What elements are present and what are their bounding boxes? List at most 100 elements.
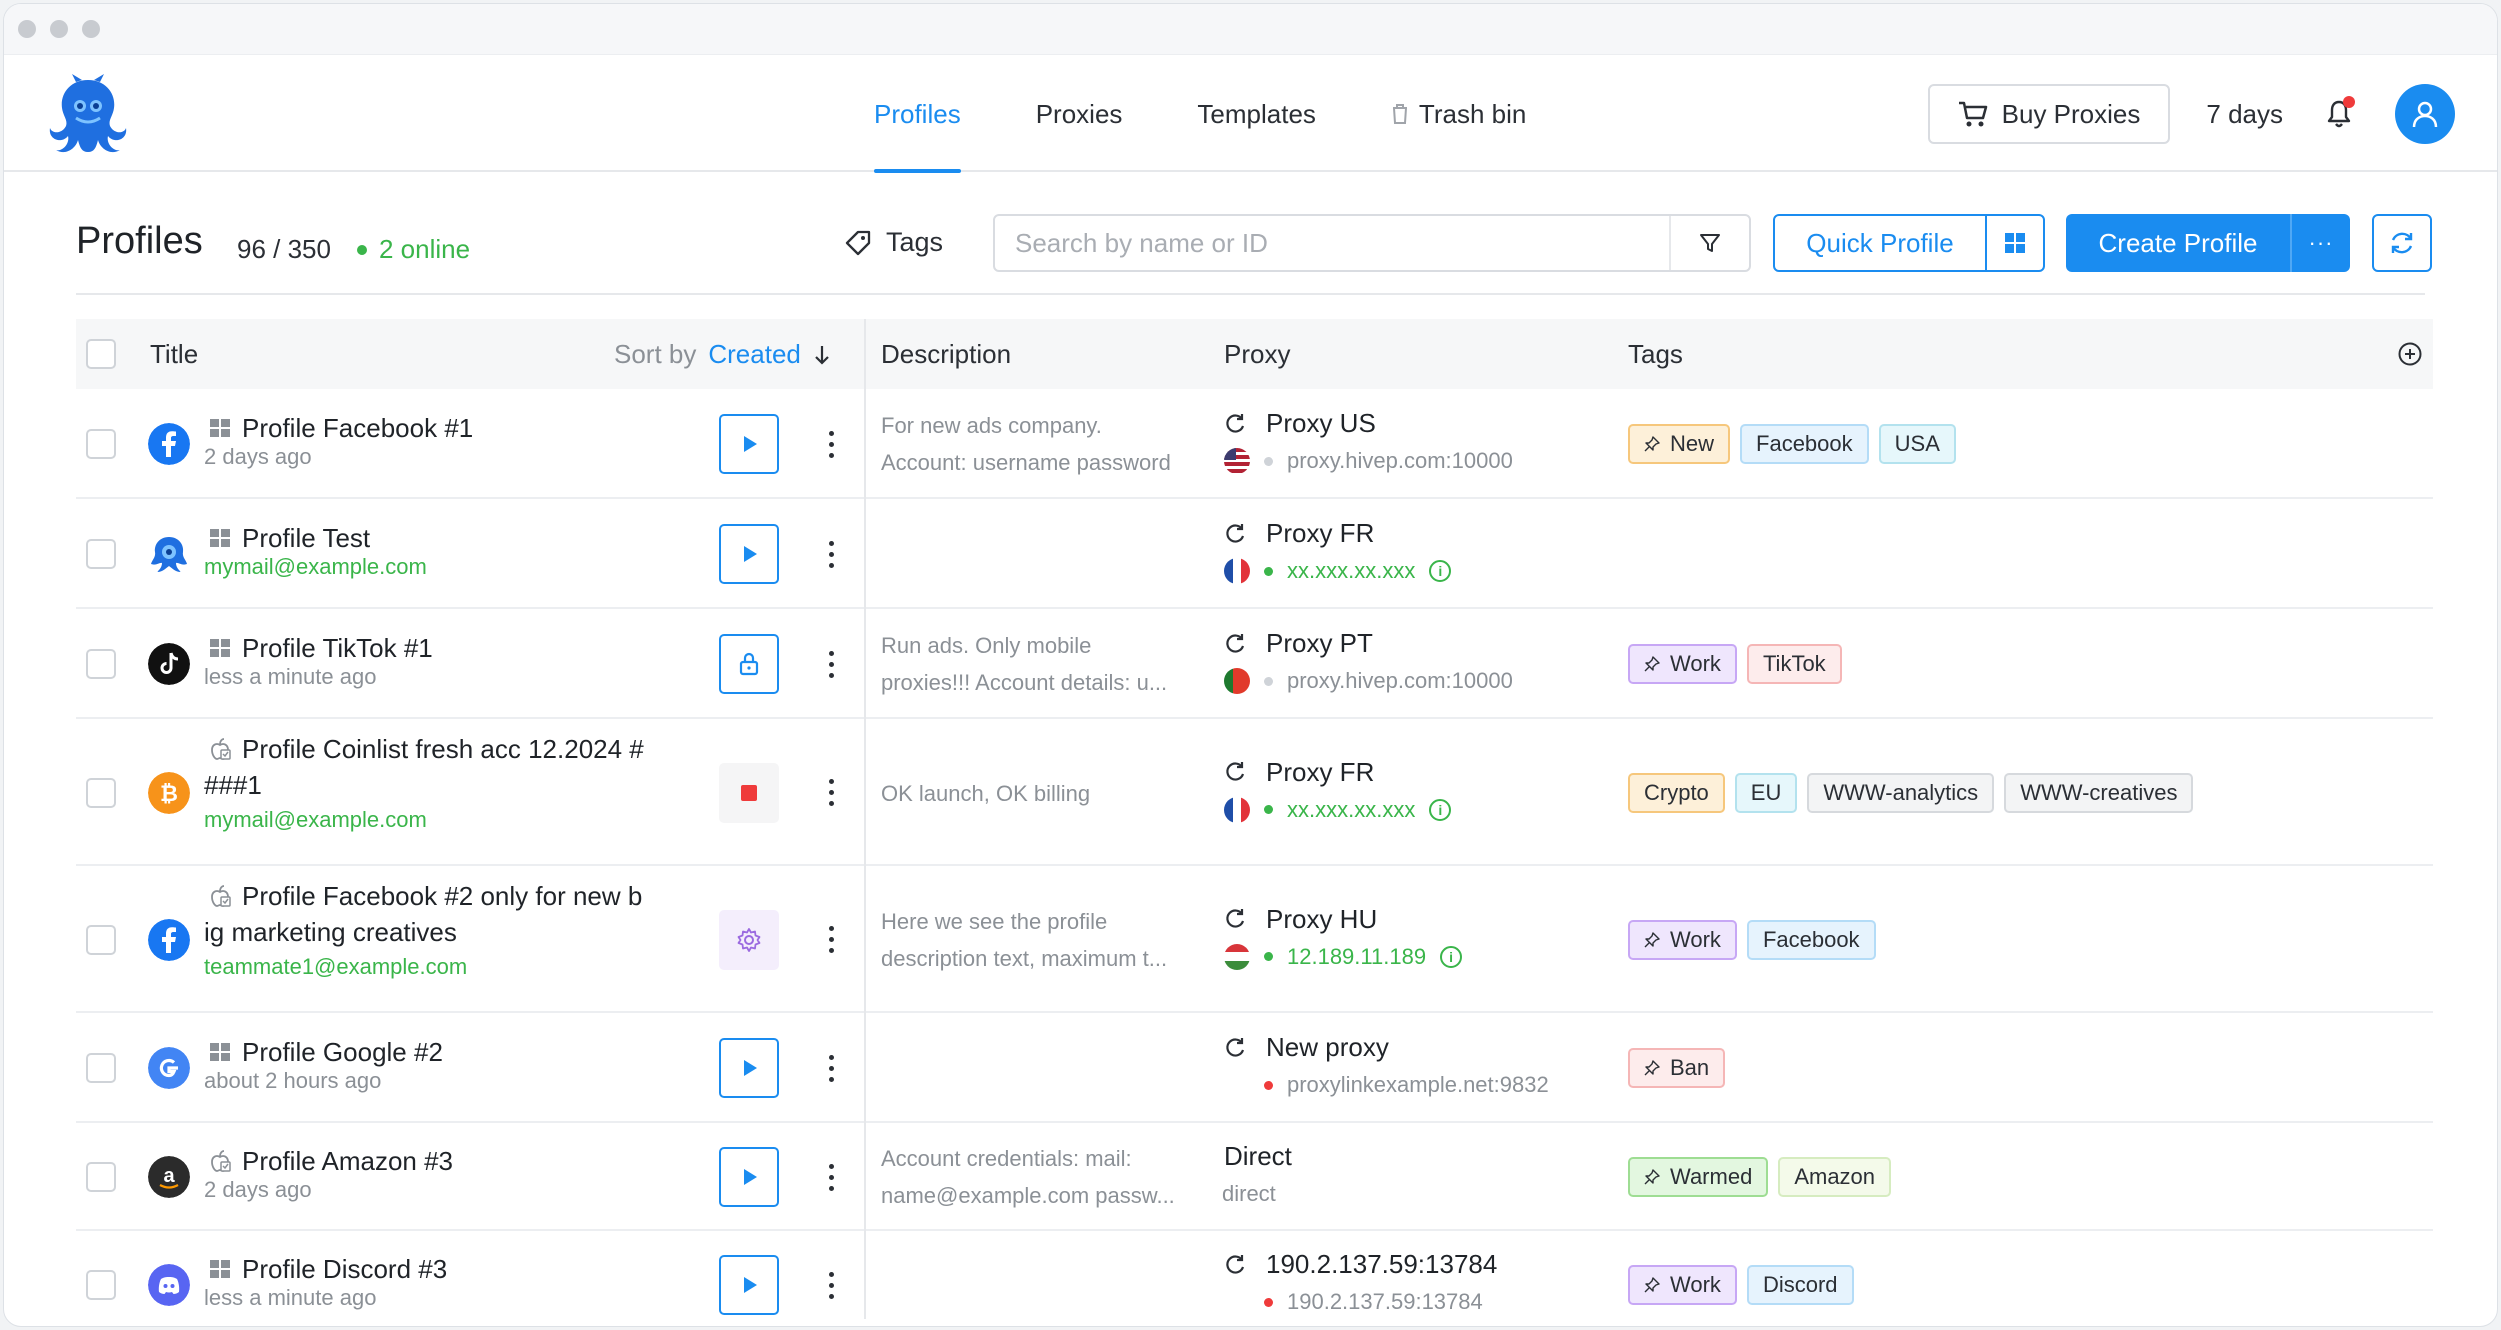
row-checkbox[interactable] (86, 777, 116, 808)
row-checkbox[interactable] (86, 1162, 116, 1192)
row-more-button[interactable] (816, 534, 846, 574)
profile-name[interactable]: Profile Discord #3 (242, 1249, 447, 1289)
row-checkbox[interactable] (86, 649, 116, 679)
row-more-button[interactable] (816, 644, 846, 684)
proxy-rotate-icon[interactable] (1224, 1254, 1246, 1276)
tag-chip[interactable]: Facebook (1740, 424, 1869, 464)
proxy-name[interactable]: Proxy FR (1266, 757, 1374, 788)
row-checkbox[interactable] (86, 1270, 116, 1300)
tag-chip[interactable]: WWW-analytics (1807, 772, 1995, 813)
proxy-name[interactable]: Proxy HU (1266, 904, 1377, 935)
profile-name[interactable]: Profile Amazon #3 (242, 1141, 453, 1181)
tag-chip[interactable]: EU (1734, 772, 1798, 813)
start-profile-button[interactable] (719, 524, 779, 584)
profile-name[interactable]: Profile Facebook #2 only for new b (242, 876, 642, 916)
row-checkbox[interactable] (86, 924, 116, 955)
add-column-icon[interactable] (2397, 341, 2423, 367)
tab-trash-bin[interactable]: Trash bin (1391, 56, 1526, 172)
create-profile-button[interactable]: Create Profile (2066, 214, 2290, 272)
proxy-rotate-icon[interactable] (1224, 761, 1246, 783)
row-more-button[interactable] (816, 424, 846, 464)
proxy-name[interactable]: 190.2.137.59:13784 (1266, 1249, 1497, 1280)
row-checkbox[interactable] (86, 1053, 116, 1083)
row-more-button[interactable] (816, 1048, 846, 1088)
start-profile-button[interactable] (719, 1038, 779, 1098)
proxy-name[interactable]: Proxy PT (1266, 628, 1373, 659)
profile-name[interactable]: Profile Test (242, 518, 370, 558)
search-input[interactable] (995, 216, 1669, 270)
proxy-rotate-icon[interactable] (1224, 413, 1246, 435)
table-row[interactable]: Profile Google #2 about 2 hours ago New pr… (76, 1013, 2433, 1123)
stop-profile-button[interactable] (719, 762, 779, 823)
refresh-button[interactable] (2372, 214, 2432, 272)
tag-chip[interactable]: Crypto (1628, 772, 1725, 813)
table-row[interactable]: ₿ Profile Coinlist fresh acc 12.2024 # ###… (76, 719, 2433, 866)
proxy-address-line: proxy.hivep.com:10000 (1224, 668, 1513, 694)
select-all-checkbox[interactable] (86, 339, 116, 369)
row-more-button[interactable] (816, 920, 846, 960)
table-row[interactable]: Profile TikTok #1 less a minute ago Run ad… (76, 609, 2433, 719)
info-icon[interactable]: i (1429, 560, 1452, 582)
table-row[interactable]: a Profile Amazon #3 2 days ago Account cred… (76, 1123, 2433, 1231)
start-profile-button[interactable] (719, 1255, 779, 1315)
start-profile-button[interactable] (719, 1147, 779, 1207)
table-row[interactable]: Profile Facebook #1 2 days ago For new ads… (76, 389, 2433, 499)
filter-button[interactable] (1669, 216, 1749, 270)
table-row[interactable]: Profile Discord #3 less a minute ago 190.2… (76, 1231, 2433, 1326)
proxy-rotate-icon[interactable] (1224, 1037, 1246, 1059)
octo-logo-icon[interactable] (46, 74, 130, 154)
tag-chip[interactable]: WWW-creatives (2004, 772, 2194, 813)
notifications-button[interactable] (2319, 94, 2359, 134)
proxy-name[interactable]: New proxy (1266, 1032, 1389, 1063)
tab-proxies[interactable]: Proxies (1036, 56, 1123, 172)
create-profile-more-button[interactable]: ··· (2290, 214, 2350, 272)
tag-chip[interactable]: Facebook (1746, 919, 1876, 960)
table-row[interactable]: Profile Test mymail@example.com Proxy FR xx… (76, 499, 2433, 609)
profile-name[interactable]: Profile Google #2 (242, 1032, 443, 1072)
profile-name-cont[interactable]: ###1 (204, 765, 262, 805)
tag-chip[interactable]: Ban (1628, 1048, 1726, 1088)
tag-chip[interactable]: TikTok (1746, 644, 1842, 684)
tag-chip[interactable]: Work (1628, 1265, 1737, 1305)
info-icon[interactable]: i (1429, 798, 1452, 821)
proxy-rotate-icon[interactable] (1224, 523, 1246, 545)
row-more-button[interactable] (816, 773, 846, 813)
proxy-rotate-icon[interactable] (1224, 908, 1246, 930)
table-row[interactable]: Profile Facebook #2 only for new b ig mar… (76, 866, 2433, 1013)
quick-profile-os-button[interactable] (1985, 216, 2043, 270)
row-more-button[interactable] (816, 1157, 846, 1197)
sort-by-control[interactable]: Sort by Created (614, 339, 831, 370)
tab-profiles[interactable]: Profiles (874, 56, 961, 173)
proxy-name[interactable]: Proxy US (1266, 408, 1376, 439)
profile-subtitle: 2 days ago (204, 1177, 312, 1202)
buy-proxies-button[interactable]: Buy Proxies (1927, 84, 2171, 144)
window-close-dot[interactable] (18, 20, 36, 38)
profile-name-cont[interactable]: ig marketing creatives (204, 912, 457, 952)
proxy-rotate-icon[interactable] (1224, 633, 1246, 655)
tag-chip[interactable]: New (1628, 424, 1731, 464)
profile-name[interactable]: Profile Coinlist fresh acc 12.2024 # (242, 729, 644, 769)
locked-profile-button[interactable] (719, 634, 779, 694)
tag-chip[interactable]: Work (1628, 644, 1737, 684)
window-minimize-dot[interactable] (50, 20, 68, 38)
profile-settings-button[interactable] (719, 909, 779, 970)
proxy-name[interactable]: Direct (1224, 1141, 1292, 1172)
profile-name[interactable]: Profile Facebook #1 (242, 408, 473, 448)
info-icon[interactable]: i (1440, 945, 1463, 968)
row-checkbox[interactable] (86, 429, 116, 459)
tag-chip[interactable]: Discord (1746, 1265, 1854, 1305)
window-maximize-dot[interactable] (82, 20, 100, 38)
row-more-button[interactable] (816, 1265, 846, 1305)
tag-chip[interactable]: Work (1628, 919, 1737, 960)
row-checkbox[interactable] (86, 539, 116, 569)
user-avatar[interactable] (2395, 84, 2455, 144)
profile-name[interactable]: Profile TikTok #1 (242, 628, 433, 668)
tags-filter-button[interactable]: Tags (844, 227, 943, 258)
proxy-name[interactable]: Proxy FR (1266, 518, 1374, 549)
tag-chip[interactable]: Amazon (1778, 1157, 1892, 1197)
start-profile-button[interactable] (719, 414, 779, 474)
tag-chip[interactable]: USA (1878, 424, 1956, 464)
quick-profile-button[interactable]: Quick Profile (1775, 216, 1985, 270)
tab-templates[interactable]: Templates (1197, 56, 1316, 172)
tag-chip[interactable]: Warmed (1628, 1157, 1769, 1197)
